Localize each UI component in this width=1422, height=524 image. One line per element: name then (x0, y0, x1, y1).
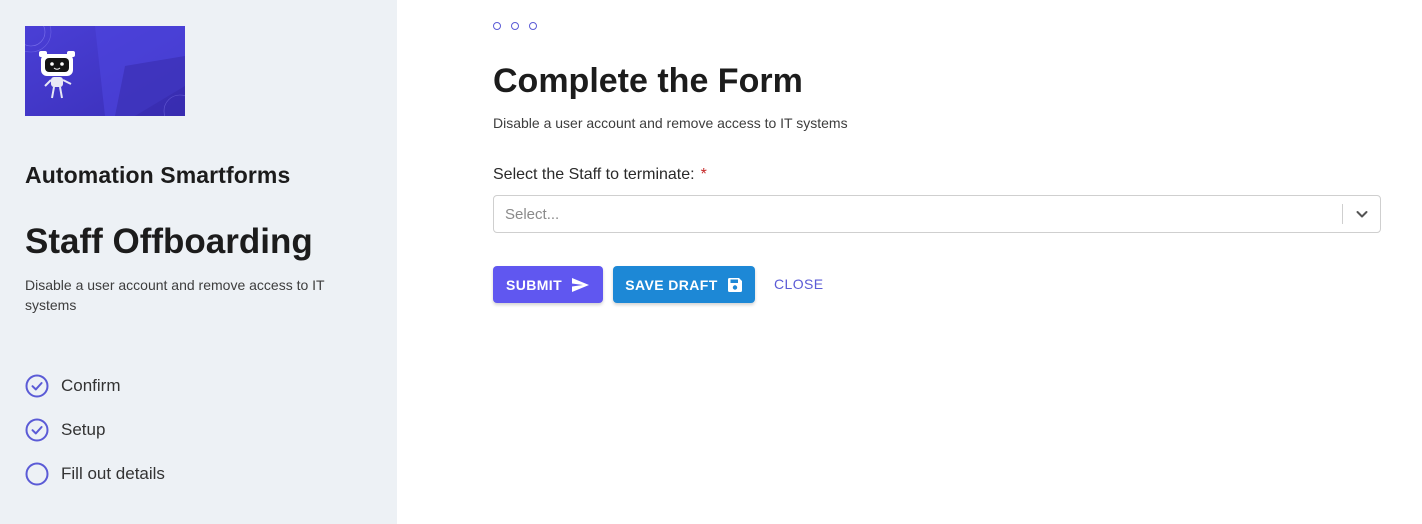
staff-field-label: Select the Staff to terminate: * (493, 166, 707, 184)
staff-field-label-text: Select the Staff to terminate: (493, 166, 695, 183)
check-circle-icon (25, 374, 49, 398)
sidebar: Automation Smartforms Staff Offboarding … (0, 0, 397, 524)
dot (529, 22, 537, 30)
page-description: Disable a user account and remove access… (493, 115, 848, 131)
step-confirm: Confirm (25, 364, 165, 408)
select-separator (1342, 204, 1343, 224)
step-label: Setup (61, 420, 106, 439)
save-draft-button-label: SAVE DRAFT (625, 276, 718, 293)
staff-select-placeholder: Select... (505, 206, 560, 223)
send-icon (572, 277, 590, 292)
app-name: Automation Smartforms (25, 162, 291, 188)
step-list: Confirm Setup Fill out details (25, 364, 165, 496)
required-marker: * (700, 166, 707, 183)
dot (493, 22, 501, 30)
save-draft-button[interactable]: SAVE DRAFT (613, 266, 755, 303)
close-button[interactable]: CLOSE (774, 276, 823, 292)
chevron-down-icon[interactable] (1354, 206, 1370, 222)
page-title: Complete the Form (493, 62, 803, 100)
empty-circle-icon (25, 462, 49, 486)
dot (511, 22, 519, 30)
form-description: Disable a user account and remove access… (25, 277, 325, 313)
more-options-icon[interactable] (493, 22, 547, 30)
step-fill-out-details: Fill out details (25, 452, 165, 496)
check-circle-icon (25, 418, 49, 442)
step-setup: Setup (25, 408, 165, 452)
submit-button[interactable]: SUBMIT (493, 266, 603, 303)
step-label: Confirm (61, 376, 121, 395)
step-label: Fill out details (61, 464, 165, 483)
staff-select[interactable]: Select... (493, 195, 1381, 233)
main-content: Complete the Form Disable a user account… (493, 0, 1381, 524)
submit-button-label: SUBMIT (505, 276, 563, 293)
robot-logo-banner (25, 26, 185, 116)
form-title: Staff Offboarding (25, 222, 313, 261)
floppy-disk-icon (727, 277, 742, 292)
